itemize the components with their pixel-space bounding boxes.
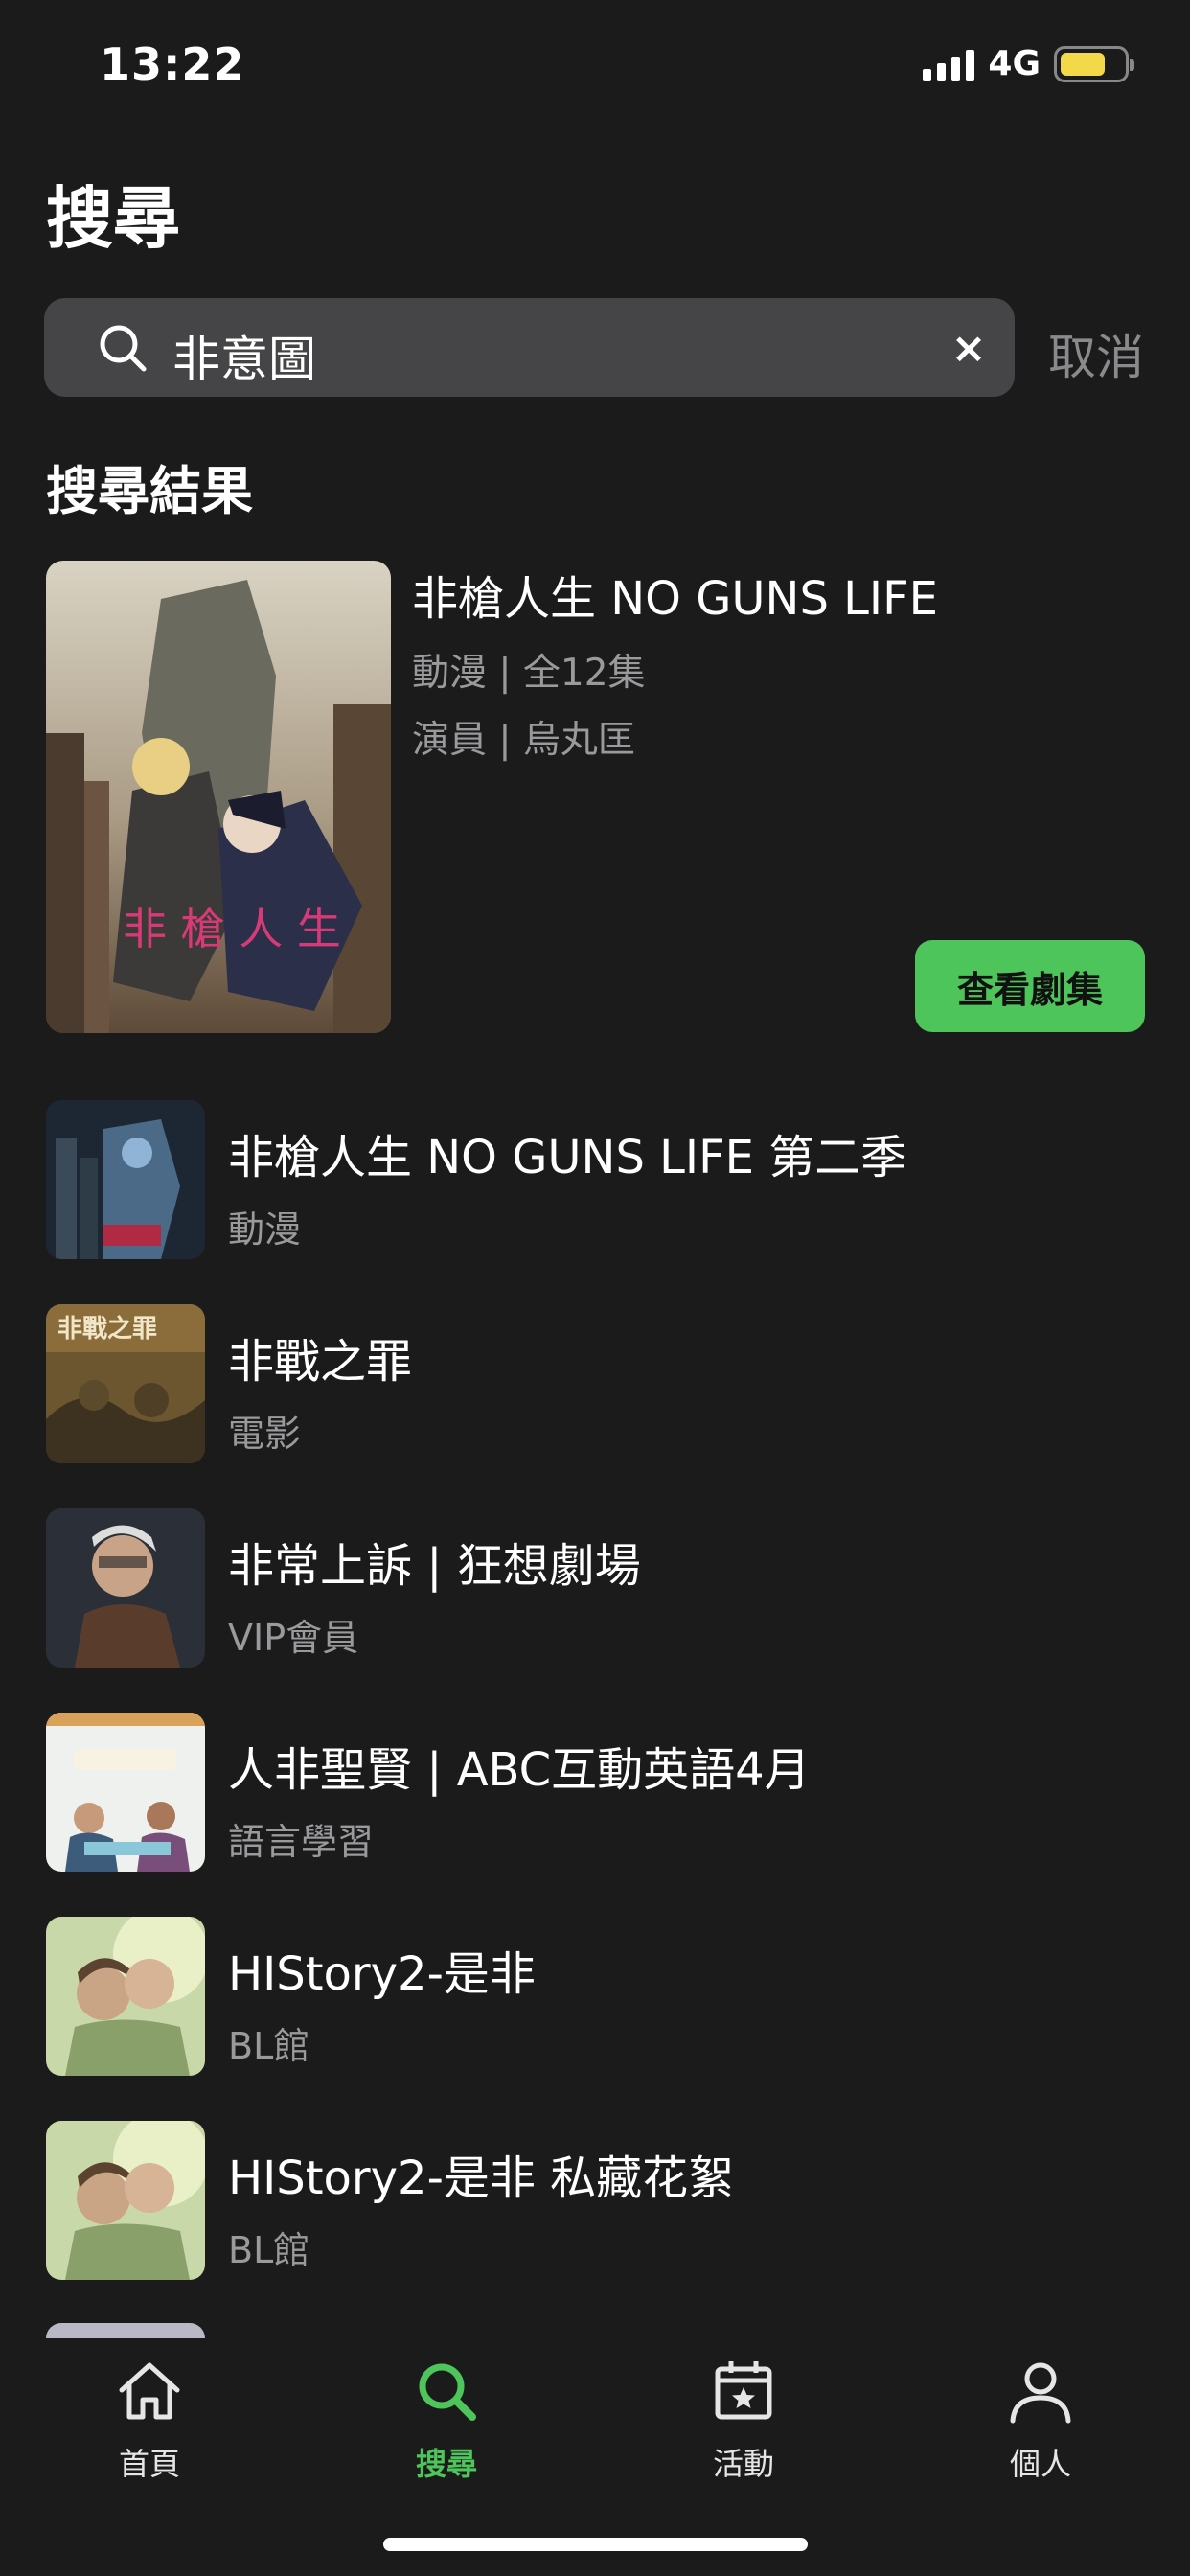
tab-events-label: 活動: [712, 2446, 774, 2482]
result-thumbnail: [46, 1508, 205, 1668]
result-list: 非槍人生 NO GUNS LIFE 第二季 動漫 非戰之罪 非戰之罪 電影 非常…: [46, 1100, 1144, 2325]
tab-profile-label: 個人: [1009, 2446, 1071, 2482]
result-title: HIStory2-是非 私藏花絮: [228, 2151, 735, 2205]
status-time: 13:22: [100, 38, 245, 90]
home-indicator[interactable]: [383, 2538, 808, 2551]
search-icon: [419, 2363, 476, 2421]
search-icon: [100, 325, 147, 372]
result-subtitle: VIP會員: [228, 1617, 359, 1659]
page-title: 搜尋: [46, 179, 180, 258]
list-item[interactable]: 非戰之罪 非戰之罪 電影: [46, 1304, 1144, 1508]
result-thumbnail: [46, 2121, 205, 2280]
status-indicators: 4G: [923, 44, 1134, 83]
view-episodes-button[interactable]: 查看劇集: [915, 940, 1145, 1032]
result-subtitle: 動漫: [228, 1208, 302, 1251]
tab-profile[interactable]: 個人: [945, 2356, 1136, 2484]
list-item[interactable]: HIStory2-是非 私藏花絮 BL館: [46, 2121, 1144, 2325]
cancel-button[interactable]: 取消: [1048, 319, 1144, 388]
svg-text:非 槍 人 生: 非 槍 人 生: [123, 903, 341, 954]
user-icon: [1010, 2362, 1071, 2424]
result-title: 人非聖賢 | ABC互動英語4月: [228, 1743, 811, 1797]
tab-events[interactable]: 活動: [648, 2356, 839, 2484]
result-title: HIStory2-是非: [228, 1947, 536, 2001]
tab-home-label: 首頁: [118, 2446, 180, 2482]
list-item[interactable]: 非常上訴 | 狂想劇場 VIP會員: [46, 1508, 1144, 1713]
result-thumbnail: [46, 1917, 205, 2076]
list-item[interactable]: 人非聖賢 | ABC互動英語4月 語言學習: [46, 1713, 1144, 1917]
calendar-star-icon: [715, 2361, 772, 2420]
network-type: 4G: [988, 44, 1041, 83]
tab-search[interactable]: 搜尋: [351, 2356, 542, 2484]
result-title: 非槍人生 NO GUNS LIFE 第二季: [228, 1131, 907, 1184]
search-input[interactable]: 非意圖 ×: [44, 298, 1015, 397]
featured-result[interactable]: 非 槍 人 生 非槍人生 NO GUNS LIFE 動漫 | 全12集 演員 |…: [46, 561, 1145, 1033]
signal-icon: [923, 48, 975, 80]
tab-search-label: 搜尋: [415, 2446, 477, 2482]
tab-home[interactable]: 首頁: [54, 2356, 245, 2484]
clear-search-button[interactable]: ×: [944, 323, 994, 373]
featured-poster[interactable]: 非 槍 人 生: [46, 561, 391, 1033]
featured-cast: 演員 | 烏丸匡: [412, 719, 635, 762]
battery-icon: [1054, 45, 1134, 82]
result-subtitle: 語言學習: [228, 1821, 375, 1863]
search-query-text[interactable]: 非意圖: [172, 321, 316, 390]
result-subtitle: BL館: [228, 2229, 310, 2271]
result-thumbnail: 非戰之罪: [46, 1304, 205, 1463]
featured-category: 動漫 | 全12集: [412, 652, 646, 695]
result-thumbnail: [46, 1100, 205, 1259]
list-item[interactable]: 非槍人生 NO GUNS LIFE 第二季 動漫: [46, 1100, 1144, 1304]
result-subtitle: BL館: [228, 2025, 310, 2067]
result-title: 非常上訴 | 狂想劇場: [228, 1539, 641, 1593]
result-title: 非戰之罪: [228, 1335, 413, 1389]
result-thumbnail: [46, 1713, 205, 1872]
result-subtitle: 電影: [228, 1413, 302, 1455]
list-item[interactable]: HIStory2-是非 BL館: [46, 1917, 1144, 2121]
featured-title[interactable]: 非槍人生 NO GUNS LIFE: [412, 561, 938, 628]
results-heading: 搜尋結果: [46, 461, 253, 521]
home-icon: [119, 2362, 180, 2420]
svg-text:非戰之罪: 非戰之罪: [57, 1314, 157, 1344]
